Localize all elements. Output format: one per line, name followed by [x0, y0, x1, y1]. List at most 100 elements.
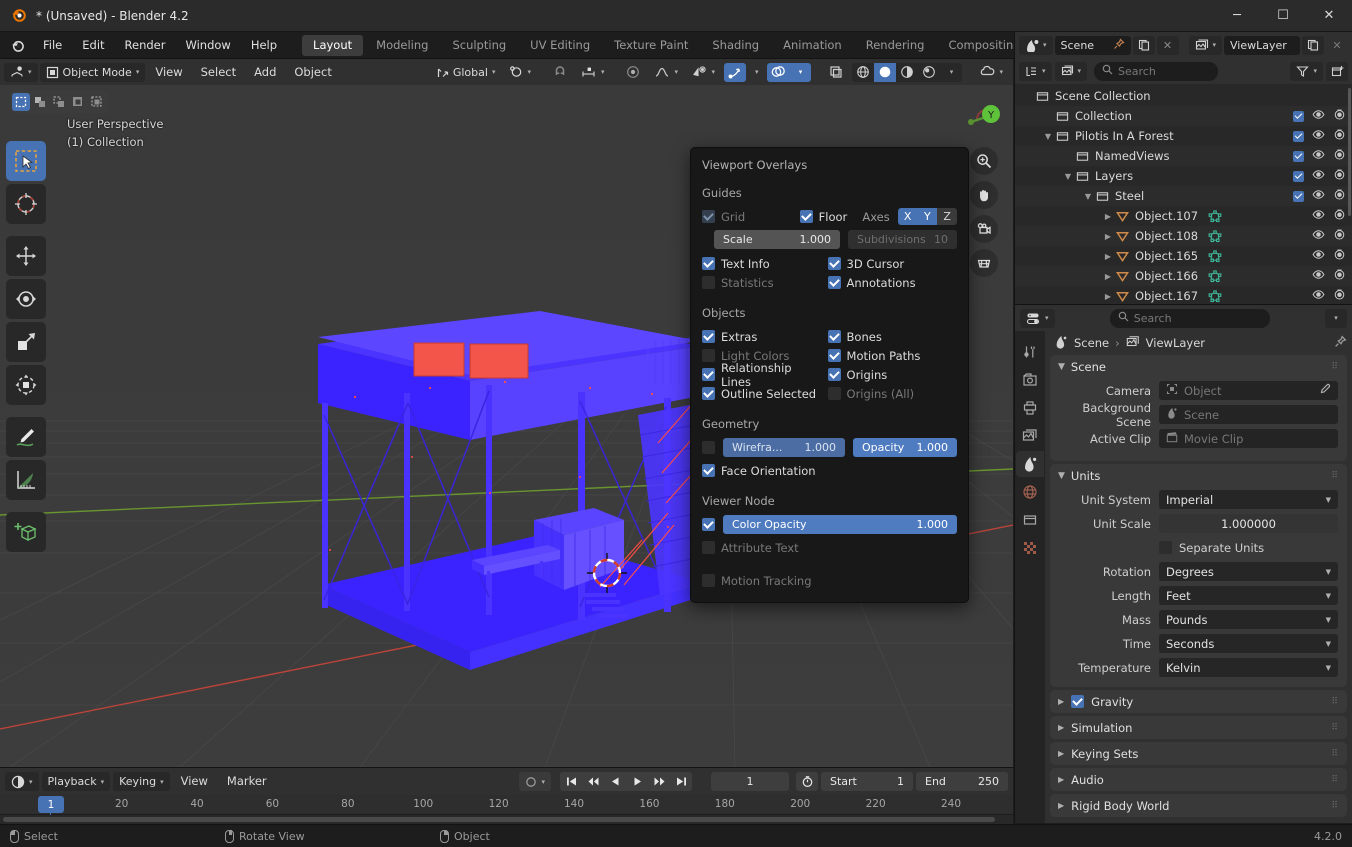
play-reverse-button[interactable] — [604, 772, 626, 791]
exclude-checkbox[interactable] — [1293, 130, 1304, 142]
toggle-orthographic-icon[interactable] — [970, 249, 998, 277]
overlay-text-info-checkbox[interactable]: Text Info — [702, 254, 820, 273]
hide-in-viewport-icon[interactable] — [1312, 288, 1325, 304]
disable-in-renders-icon[interactable] — [1333, 148, 1346, 164]
workspace-tab-rendering[interactable]: Rendering — [855, 35, 936, 56]
field-time[interactable]: Time Seconds ▼ — [1059, 633, 1338, 654]
timeline-editor[interactable]: ▾ Playback ▾ Keying ▾ View Marker ▾ 1 St… — [0, 767, 1013, 824]
auto-keying-toggle[interactable]: ▾ — [519, 772, 551, 791]
pivot-point-dropdown[interactable]: ▾ — [503, 63, 537, 82]
overlay-wireframe-field[interactable]: Wirefra... 1.000 — [723, 438, 845, 457]
hide-in-viewport-icon[interactable] — [1312, 188, 1325, 204]
tab-tool[interactable] — [1016, 339, 1044, 365]
remove-scene-button[interactable]: ✕ — [1156, 35, 1179, 55]
field-active-clip[interactable]: Active Clip Movie Clip — [1059, 428, 1338, 449]
new-viewlayer-button[interactable] — [1302, 35, 1324, 55]
overlay-bones-checkbox[interactable]: Bones — [827, 327, 957, 346]
collapsed-panel[interactable]: ▶ Gravity ⠿ — [1050, 690, 1347, 713]
timeline-menu-keying[interactable]: Keying ▾ — [113, 772, 170, 791]
tool-transform[interactable] — [6, 365, 46, 405]
disable-in-renders-icon[interactable] — [1333, 228, 1346, 244]
outliner-row[interactable]: Scene Collection — [1015, 86, 1352, 106]
expander-icon[interactable]: ▶ — [1103, 252, 1113, 261]
overlay-attribute-text-checkbox[interactable]: Attribute Text — [702, 538, 957, 557]
outliner-row[interactable]: ▶ Object.107 — [1015, 206, 1352, 226]
outliner-editor[interactable]: ▾ Scene ✕ ▾ ViewLayer ✕ ▾ ▾ Search ▾ Sce… — [1014, 32, 1352, 304]
disable-in-renders-icon[interactable] — [1333, 248, 1346, 264]
outliner-row[interactable]: ▼ Layers — [1015, 166, 1352, 186]
collapsed-panel[interactable]: ▶ Simulation ⠿ — [1050, 716, 1347, 739]
disable-in-renders-icon[interactable] — [1333, 168, 1346, 184]
overlay-toggle-group[interactable]: ▾ — [767, 62, 812, 82]
current-frame-field[interactable]: 1 — [711, 772, 789, 791]
hide-in-viewport-icon[interactable] — [1312, 128, 1325, 144]
camera-view-icon[interactable] — [970, 215, 998, 243]
menu-render[interactable]: Render — [115, 35, 176, 56]
overlay-outline-selected-checkbox[interactable]: Outline Selected — [702, 384, 820, 403]
jump-to-start-button[interactable] — [560, 772, 582, 791]
outliner-row[interactable]: ▶ Object.165 — [1015, 246, 1352, 266]
play-button[interactable] — [626, 772, 648, 791]
3d-viewport[interactable]: User Perspective (1) Collection Y ▾ Obje… — [0, 59, 1013, 767]
outliner-row[interactable]: ▼ Steel — [1015, 186, 1352, 206]
outliner-row[interactable]: ▶ Object.167 — [1015, 286, 1352, 304]
new-scene-button[interactable] — [1132, 35, 1155, 55]
exclude-checkbox[interactable] — [1293, 170, 1304, 182]
properties-editor[interactable]: ▾ Search ▾ Scene › ViewLayer ▼ Scene ⠿ C… — [1014, 304, 1352, 823]
panel-grip[interactable]: ⠿ — [1331, 801, 1339, 811]
panel-enable-checkbox[interactable] — [1071, 695, 1085, 708]
field-mass[interactable]: Mass Pounds ▼ — [1059, 609, 1338, 630]
overlay-motion-tracking-checkbox[interactable]: Motion Tracking — [702, 571, 957, 590]
viewport-menu-add[interactable]: Add — [246, 63, 284, 82]
hide-in-viewport-icon[interactable] — [1312, 228, 1325, 244]
collapsed-panel[interactable]: ▶ Keying Sets ⠿ — [1050, 742, 1347, 765]
field-length[interactable]: Length Feet ▼ — [1059, 585, 1338, 606]
falloff-curve-dropdown[interactable]: ▾ — [648, 63, 684, 82]
hide-in-viewport-icon[interactable] — [1312, 268, 1325, 284]
pan-hand-icon[interactable] — [970, 181, 998, 209]
workspace-tab-modeling[interactable]: Modeling — [365, 35, 439, 56]
timeline-horizontal-scrollbar[interactable] — [3, 817, 995, 822]
tab-view-layer[interactable] — [1016, 423, 1044, 449]
disable-in-renders-icon[interactable] — [1333, 268, 1346, 284]
tool-add-cube[interactable] — [6, 512, 46, 552]
proportional-editing-icon[interactable] — [620, 63, 646, 82]
overlay-extras-checkbox[interactable]: Extras — [702, 327, 820, 346]
pin-icon[interactable] — [1113, 37, 1125, 53]
field-camera[interactable]: Camera Object — [1059, 380, 1338, 401]
panel-grip[interactable]: ⠿ — [1331, 723, 1339, 733]
overlay-face-orientation-checkbox[interactable]: Face Orientation — [702, 461, 957, 480]
overlay-statistics-checkbox[interactable]: Statistics — [702, 273, 820, 292]
gizmo-toggle-group[interactable] — [723, 62, 746, 82]
workspace-tab-uv-editing[interactable]: UV Editing — [519, 35, 601, 56]
outliner-row[interactable]: Collection — [1015, 106, 1352, 126]
tab-texture[interactable] — [1016, 535, 1044, 561]
panel-grip[interactable]: ⠿ — [1331, 697, 1339, 707]
exclude-checkbox[interactable] — [1293, 110, 1304, 122]
overlay-motion-paths-checkbox[interactable]: Motion Paths — [827, 346, 957, 365]
navigation-gizmo[interactable]: Y — [961, 95, 1007, 141]
minimize-button[interactable]: ─ — [1214, 0, 1260, 32]
use-preview-range-icon[interactable] — [796, 772, 818, 791]
exclude-checkbox[interactable] — [1293, 190, 1304, 202]
viewport-menu-view[interactable]: View — [147, 63, 190, 82]
tool-tweak-select[interactable] — [6, 141, 46, 181]
menu-help[interactable]: Help — [241, 35, 287, 56]
hide-in-viewport-icon[interactable] — [1312, 108, 1325, 124]
overlay-axis-x-button[interactable]: X — [897, 208, 918, 225]
properties-tab-column[interactable] — [1015, 331, 1045, 823]
field-unit-system[interactable]: Unit System Imperial ▼ — [1059, 489, 1338, 510]
overlay-relationship-lines-checkbox[interactable]: Relationship Lines — [702, 361, 820, 389]
xray-toggle-icon[interactable] — [823, 63, 849, 82]
overlay-axis-y-button[interactable]: Y — [917, 208, 938, 225]
panel-units[interactable]: ▼ Units ⠿ Unit System Imperial ▼ Unit Sc… — [1050, 464, 1347, 687]
overlay-axis-z-button[interactable]: Z — [937, 208, 957, 225]
overlay-color-opacity-checkbox[interactable] — [702, 518, 715, 531]
field-unit-scale[interactable]: Unit Scale 1.000000 — [1059, 513, 1338, 534]
overlay-origins-all-checkbox[interactable]: Origins (All) — [827, 384, 957, 403]
remove-viewlayer-button[interactable]: ✕ — [1326, 36, 1348, 55]
viewport-menu-select[interactable]: Select — [193, 63, 244, 82]
properties-search-input[interactable]: Search — [1109, 308, 1270, 328]
tool-rotate[interactable] — [6, 279, 46, 319]
workspace-tab-texture-paint[interactable]: Texture Paint — [603, 35, 699, 56]
